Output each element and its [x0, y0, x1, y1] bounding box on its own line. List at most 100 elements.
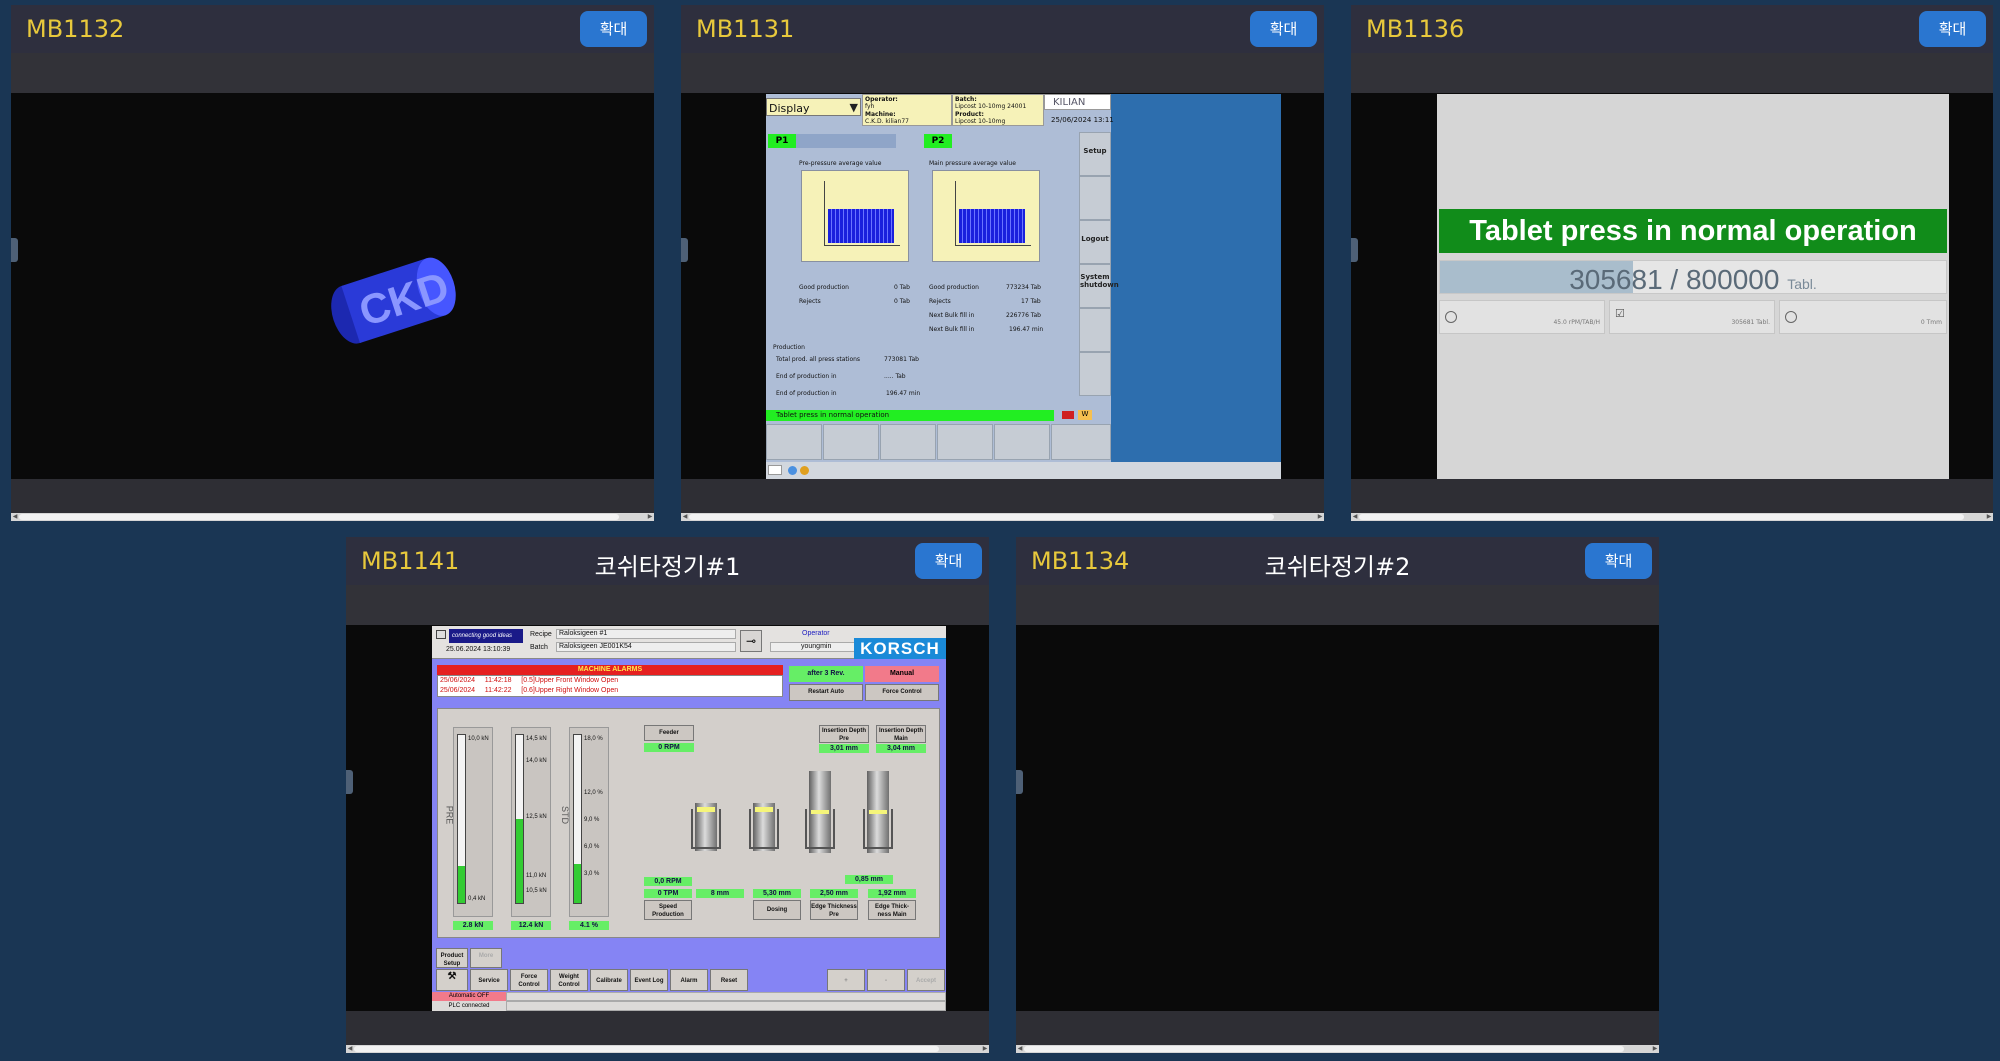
- scroll-right-icon[interactable]: ▶: [1651, 1045, 1659, 1053]
- main-pressure-chart: [932, 170, 1040, 262]
- feeder-button[interactable]: Feeder: [644, 725, 694, 741]
- alarm-list[interactable]: 25/06/2024 11:42:18 [0.5]Upper Front Win…: [437, 675, 783, 697]
- camera-panel-mb1134: MB1134 코쉬타정기#2 확대 ◀ ▶: [1016, 537, 1659, 1053]
- gauge-fill: [574, 864, 581, 903]
- expand-button[interactable]: 확대: [1250, 11, 1317, 47]
- force-control-bottom-button[interactable]: Force Control: [510, 969, 548, 991]
- speed-production-button[interactable]: Speed Production: [644, 900, 692, 920]
- bottom-button-3[interactable]: [880, 424, 936, 460]
- scroll-right-icon[interactable]: ▶: [981, 1045, 989, 1053]
- side-handle[interactable]: [1351, 238, 1358, 262]
- bottom-button-5[interactable]: [994, 424, 1050, 460]
- gauge-icon: [1445, 311, 1457, 323]
- scroll-left-icon[interactable]: ◀: [1016, 1045, 1024, 1053]
- dosing-button[interactable]: Dosing: [753, 900, 801, 920]
- scrollbar-thumb[interactable]: [1024, 1046, 1624, 1052]
- alarm-button[interactable]: Alarm: [670, 969, 708, 991]
- start-icon[interactable]: [768, 465, 782, 475]
- horizontal-scrollbar[interactable]: ◀ ▶: [1016, 1045, 1659, 1053]
- plus-button[interactable]: +: [827, 969, 865, 991]
- alarm-row[interactable]: 25/06/2024 11:42:22 [0.6]Upper Right Win…: [440, 687, 618, 694]
- expand-button[interactable]: 확대: [580, 11, 647, 47]
- p2-tab[interactable]: P2: [924, 134, 952, 148]
- expand-button[interactable]: 확대: [1919, 11, 1986, 47]
- manual-button[interactable]: Manual: [865, 666, 939, 682]
- service-button[interactable]: Service: [470, 969, 508, 991]
- panel-id: MB1136: [1366, 15, 1465, 43]
- panel-viewport: Tablet press in normal operation 305681 …: [1351, 93, 1993, 479]
- expand-button[interactable]: 확대: [1585, 543, 1652, 579]
- printer-icon[interactable]: [436, 630, 446, 639]
- bottom-button-2[interactable]: [823, 424, 879, 460]
- side-handle[interactable]: [11, 238, 18, 262]
- scroll-left-icon[interactable]: ◀: [1351, 513, 1359, 521]
- scrollbar-thumb[interactable]: [1359, 514, 1964, 520]
- scrollbar-thumb[interactable]: [354, 1046, 939, 1052]
- dropdown-arrow-icon[interactable]: ▼: [850, 101, 858, 114]
- bottom-button-6[interactable]: [1051, 424, 1111, 460]
- restart-auto-button[interactable]: Restart Auto: [789, 684, 863, 701]
- horizontal-scrollbar[interactable]: ◀ ▶: [1351, 513, 1993, 521]
- horizontal-scrollbar[interactable]: ◀ ▶: [681, 513, 1324, 521]
- panel-viewport: connecting good ideas 25.06.2024 13:10:3…: [346, 625, 989, 1011]
- panel-viewport: [1016, 625, 1659, 1011]
- status-plc: PLC connected: [432, 1001, 506, 1011]
- side-handle[interactable]: [346, 770, 353, 794]
- taskbar-icon[interactable]: [788, 466, 797, 475]
- bottom-button-4[interactable]: [937, 424, 993, 460]
- edge-thickness-pre-button[interactable]: Edge Thickness Pre: [810, 900, 858, 920]
- side-button-2[interactable]: [1079, 176, 1111, 220]
- machine-alarms-title: MACHINE ALARMS: [437, 665, 783, 675]
- reset-button[interactable]: Reset: [710, 969, 748, 991]
- side-button-6[interactable]: [1079, 352, 1111, 396]
- gauge-fill: [516, 819, 523, 903]
- operation-status-banner: Tablet press in normal operation: [1439, 209, 1947, 253]
- event-log-button[interactable]: Event Log: [630, 969, 668, 991]
- scroll-right-icon[interactable]: ▶: [646, 513, 654, 521]
- scrollbar-thumb[interactable]: [19, 514, 619, 520]
- windows-taskbar: [766, 462, 1281, 479]
- scroll-left-icon[interactable]: ◀: [681, 513, 689, 521]
- horizontal-scrollbar[interactable]: ◀ ▶: [346, 1045, 989, 1053]
- scroll-left-icon[interactable]: ◀: [11, 513, 19, 521]
- scroll-right-icon[interactable]: ▶: [1316, 513, 1324, 521]
- insertion-depth-pre-button[interactable]: Insertion Depth Pre: [819, 725, 869, 743]
- side-button-5[interactable]: [1079, 308, 1111, 352]
- calibrate-button[interactable]: Calibrate: [590, 969, 628, 991]
- alarm-row[interactable]: 25/06/2024 11:42:18 [0.5]Upper Front Win…: [440, 677, 618, 684]
- korsch-hmi-screen: connecting good ideas 25.06.2024 13:10:3…: [432, 626, 946, 1011]
- scroll-left-icon[interactable]: ◀: [346, 1045, 354, 1053]
- counter-value: 305681 / 800000: [1569, 264, 1780, 295]
- pre-pressure-chart: [801, 170, 909, 262]
- more-button[interactable]: More: [470, 948, 502, 968]
- weight-control-button[interactable]: Weight Control: [550, 969, 588, 991]
- p1-tab[interactable]: P1: [768, 134, 796, 148]
- side-handle[interactable]: [1016, 770, 1023, 794]
- expand-button[interactable]: 확대: [915, 543, 982, 579]
- batch-field[interactable]: Raloksigeen JE001K54: [556, 642, 736, 652]
- scrollbar-thumb[interactable]: [689, 514, 1274, 520]
- logout-button[interactable]: Logout: [1079, 220, 1111, 264]
- status-bar: Tablet press in normal operation: [766, 410, 1054, 421]
- bottom-button-1[interactable]: [766, 424, 822, 460]
- kilian-datetime: 25/06/2024 13:11: [1051, 116, 1114, 124]
- korsch-datetime: 25.06.2024 13:10:39: [446, 646, 511, 653]
- minus-button[interactable]: -: [867, 969, 905, 991]
- product-setup-button[interactable]: Product Setup: [436, 948, 468, 968]
- tools-button[interactable]: ⚒: [436, 969, 468, 991]
- panel-header: MB1136 확대: [1351, 5, 1993, 53]
- camera-panel-mb1136: MB1136 확대 Tablet press in normal operati…: [1351, 5, 1993, 521]
- edge-thickness-main-button[interactable]: Edge Thick-ness Main: [868, 900, 916, 920]
- key-button[interactable]: ⊸: [740, 630, 762, 652]
- display-select[interactable]: Display ▼: [766, 98, 861, 116]
- system-shutdown-button[interactable]: System shutdown: [1079, 264, 1119, 308]
- insertion-depth-main-button[interactable]: Insertion Depth Main: [876, 725, 926, 743]
- scroll-right-icon[interactable]: ▶: [1985, 513, 1993, 521]
- horizontal-scrollbar[interactable]: ◀ ▶: [11, 513, 654, 521]
- taskbar-icon[interactable]: [800, 466, 809, 475]
- force-control-button[interactable]: Force Control: [865, 684, 939, 701]
- setup-button[interactable]: Setup: [1079, 132, 1111, 176]
- accept-button[interactable]: Accept: [907, 969, 945, 991]
- side-handle[interactable]: [681, 238, 688, 262]
- recipe-field[interactable]: Raloksigeen #1: [556, 629, 736, 639]
